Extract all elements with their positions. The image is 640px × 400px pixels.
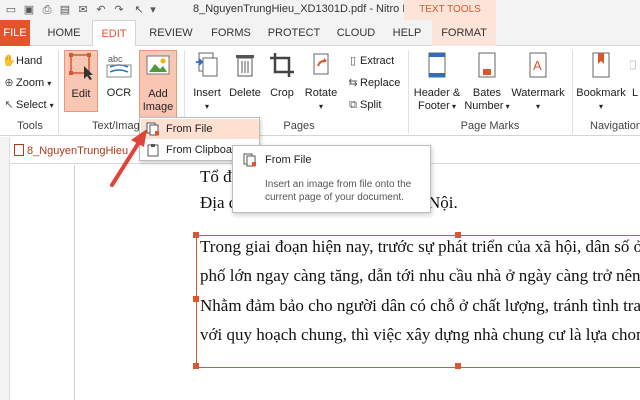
chevron-down-icon: ▾ <box>204 102 209 111</box>
tab-file[interactable]: FILE <box>0 20 30 46</box>
extract-icon: ▯ <box>349 55 357 67</box>
rotate-button[interactable]: Rotate ▾ <box>302 50 340 113</box>
edit-text-icon <box>69 53 93 80</box>
rotate-icon <box>313 53 329 75</box>
tab-edit[interactable]: EDIT <box>92 20 136 47</box>
title-bar: ▭ ▣ ⎙ ▤ ✉ ↶ ↷ ↖ ▾ 8_NguyenTrungHieu_XD13… <box>0 0 640 20</box>
extract-button[interactable]: ▯ Extract <box>346 52 394 70</box>
mail-icon[interactable]: ✉ <box>76 3 90 17</box>
ribbon-edit: ✋Hand ⊕Zoom ▾ ↖Select ▾ Tools Edit abc <box>0 46 640 136</box>
bookmark-button[interactable]: Bookmark ▾ <box>574 50 628 113</box>
zoom-tool-button[interactable]: ⊕ Zoom ▾ <box>2 74 51 92</box>
resize-handle[interactable] <box>193 363 199 369</box>
split-button[interactable]: ⧉ Split <box>346 96 381 114</box>
crop-icon <box>270 53 294 77</box>
document-tab[interactable]: 8_NguyenTrungHieu <box>14 142 128 160</box>
chevron-down-icon: ▾ <box>598 102 603 111</box>
pdf-file-icon <box>14 144 24 156</box>
group-separator <box>572 50 573 134</box>
nitro-pro-window: ▭ ▣ ⎙ ▤ ✉ ↶ ↷ ↖ ▾ 8_NguyenTrungHieu_XD13… <box>0 0 640 400</box>
group-label-text-image: Text/Image <box>92 120 146 132</box>
watermark-icon: A <box>529 52 547 78</box>
watermark-button[interactable]: A Watermark ▾ <box>510 50 566 113</box>
group-separator <box>408 50 409 134</box>
ocr-icon: abc <box>106 54 132 78</box>
tab-forms[interactable]: FORMS <box>204 20 258 46</box>
bookmark-icon <box>592 52 610 78</box>
from-file-icon <box>243 153 256 167</box>
paragraph-line[interactable]: phố lớn ngay càng tăng, dẫn tới nhu cầu … <box>200 266 640 286</box>
svg-text:A: A <box>533 58 542 73</box>
cursor-icon[interactable]: ↖ <box>132 3 146 17</box>
document-line-1-end[interactable]: Nội. <box>428 193 458 213</box>
paragraph-line[interactable]: với quy hoạch chung, thì việc xây dựng n… <box>200 325 640 345</box>
tab-home[interactable]: HOME <box>40 20 88 46</box>
text-tools-context-label: TEXT TOOLS <box>404 0 496 20</box>
replace-button[interactable]: ⇆ Replace <box>346 74 400 92</box>
header-footer-button[interactable]: Header & Footer ▾ <box>412 50 462 113</box>
chevron-down-icon: ▾ <box>503 102 510 111</box>
tab-help[interactable]: HELP <box>386 20 428 46</box>
chevron-down-icon: ▾ <box>318 102 323 111</box>
tooltip-title: From File <box>265 154 312 166</box>
resize-handle[interactable] <box>455 363 461 369</box>
replace-icon: ⇆ <box>348 77 358 89</box>
svg-text:abc: abc <box>108 54 123 64</box>
paragraph-line[interactable]: Nhằm đảm bảo cho người dân có chỗ ở chất… <box>200 296 640 316</box>
window-title: 8_NguyenTrungHieu_XD1301D.pdf - Nitro Pr… <box>193 3 435 15</box>
save-icon[interactable]: ▣ <box>22 3 36 17</box>
split-icon: ⧉ <box>349 99 357 111</box>
print-icon[interactable]: ⎙ <box>40 3 54 17</box>
undo-icon[interactable]: ↶ <box>94 3 108 17</box>
paragraph-line[interactable]: Trong giai đoạn hiện nay, trước sự phát … <box>200 237 640 257</box>
folder-icon[interactable]: ▭ <box>4 3 18 17</box>
tooltip-description: Insert an image from file onto the curre… <box>265 179 412 203</box>
insert-pages-icon <box>196 52 218 77</box>
chevron-down-icon: ▾ <box>47 79 52 88</box>
header-footer-icon <box>428 52 446 78</box>
chevron-down-icon: ▾ <box>535 102 540 111</box>
ocr-button[interactable]: abc OCR <box>102 50 136 100</box>
add-image-icon <box>146 55 170 75</box>
document-line-0[interactable]: Tổ đ <box>200 167 232 187</box>
resize-handle[interactable] <box>193 296 199 302</box>
page-margin-line <box>74 165 75 400</box>
save-as-icon[interactable]: ▤ <box>58 3 72 17</box>
ribbon-tabs: FILE HOME EDIT REVIEW FORMS PROTECT CLOU… <box>0 20 640 47</box>
insert-pages-button[interactable]: Insert ▾ <box>188 50 226 113</box>
from-file-tooltip: From File Insert an image from file onto… <box>232 145 431 213</box>
crop-button[interactable]: Crop <box>266 50 298 100</box>
tab-review[interactable]: REVIEW <box>142 20 200 46</box>
edit-button[interactable]: Edit <box>64 50 98 112</box>
tab-protect[interactable]: PROTECT <box>262 20 326 46</box>
resize-handle[interactable] <box>193 232 199 238</box>
select-arrow-icon: ↖ <box>4 99 14 111</box>
group-label-tools: Tools <box>17 120 43 132</box>
page-icon <box>630 60 636 70</box>
group-label-pages: Pages <box>283 120 315 132</box>
add-image-button[interactable]: Add Image ▾ <box>139 50 177 125</box>
chevron-down-icon: ▾ <box>449 102 457 111</box>
menu-item-from-file[interactable]: From File <box>141 119 259 139</box>
trash-icon <box>236 55 254 77</box>
from-file-icon <box>146 122 159 136</box>
zoom-icon: ⊕ <box>4 77 14 89</box>
navigation-overflow-button[interactable]: L <box>630 50 640 100</box>
chevron-down-icon: ▾ <box>49 101 54 110</box>
hand-icon: ✋ <box>2 55 16 67</box>
bates-number-button[interactable]: Bates Number ▾ <box>464 50 510 113</box>
navigation-pane-strip[interactable] <box>0 137 10 400</box>
group-label-page-marks: Page Marks <box>460 120 520 132</box>
group-separator <box>58 50 59 134</box>
redo-icon[interactable]: ↷ <box>112 3 126 17</box>
tab-cloud[interactable]: CLOUD <box>330 20 382 46</box>
bates-number-icon <box>478 52 496 78</box>
customize-dropdown-icon[interactable]: ▾ <box>146 3 160 17</box>
delete-pages-button[interactable]: Delete <box>228 50 262 100</box>
group-label-navigation: Navigation <box>590 120 640 132</box>
select-tool-button[interactable]: ↖ Select ▾ <box>2 96 54 114</box>
clipboard-icon <box>147 144 159 157</box>
tab-format[interactable]: FORMAT <box>432 20 496 46</box>
hand-tool-button[interactable]: ✋Hand <box>2 52 42 70</box>
